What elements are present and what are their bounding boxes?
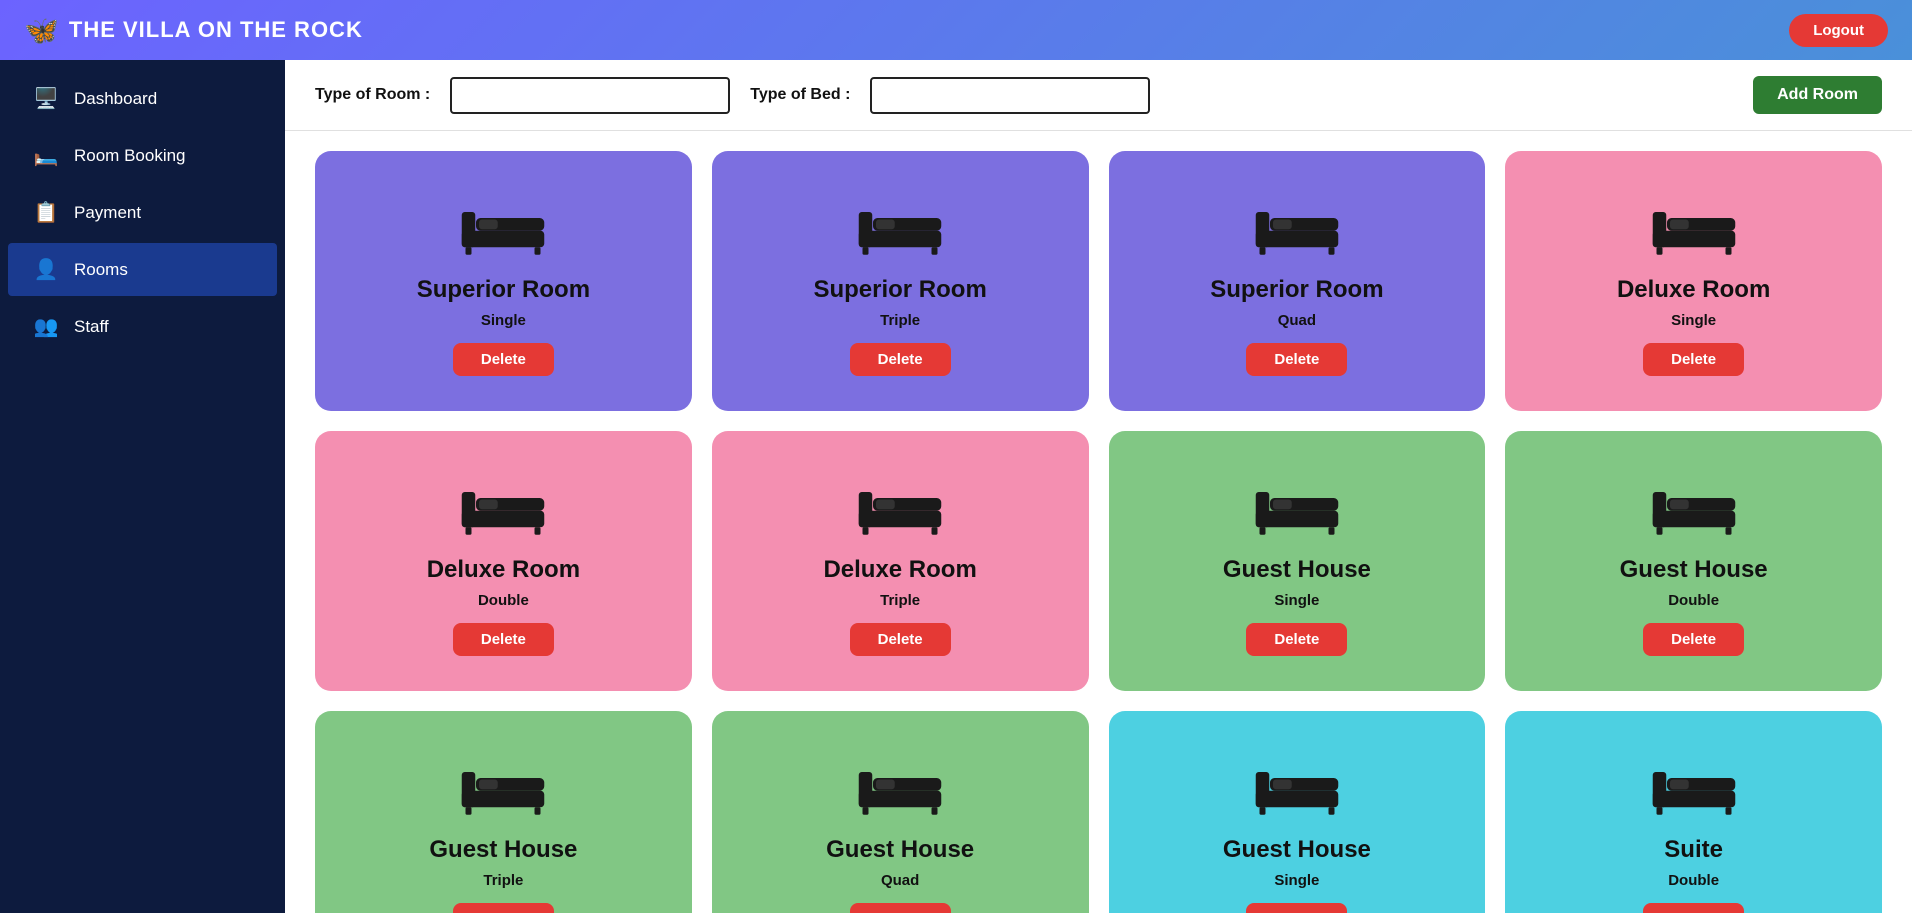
room-bed-type: Single: [1274, 872, 1319, 889]
delete-button[interactable]: Delete: [850, 623, 951, 656]
room-card-4: Deluxe Room Single Delete: [1505, 151, 1882, 411]
brand: 🦋 THE VILLA ON THE ROCK: [24, 14, 363, 47]
main-layout: 🖥️ Dashboard 🛏️ Room Booking 📋 Payment 👤…: [0, 60, 1912, 913]
room-card-5: Deluxe Room Double Delete: [315, 431, 692, 691]
room-card-8: Guest House Double Delete: [1505, 431, 1882, 691]
room-bed-type: Single: [1671, 312, 1716, 329]
room-bed-type: Triple: [880, 592, 920, 609]
room-name: Deluxe Room: [1617, 276, 1770, 304]
rooms-icon: 👤: [32, 257, 60, 282]
bed-icon: [1252, 192, 1342, 262]
filter-bar: Type of Room : Type of Bed : Add Room: [285, 60, 1912, 131]
room-name: Guest House: [1223, 836, 1371, 864]
room-name: Deluxe Room: [823, 556, 976, 584]
room-booking-icon: 🛏️: [32, 143, 60, 168]
room-name: Superior Room: [1210, 276, 1383, 304]
room-name: Superior Room: [417, 276, 590, 304]
bed-icon: [1649, 752, 1739, 822]
bed-icon: [1252, 472, 1342, 542]
app-title: THE VILLA ON THE ROCK: [69, 17, 363, 43]
delete-button[interactable]: Delete: [850, 903, 951, 913]
room-card-11: Guest House Single Delete: [1109, 711, 1486, 913]
delete-button[interactable]: Delete: [1246, 343, 1347, 376]
sidebar-label-dashboard: Dashboard: [74, 89, 157, 109]
room-card-9: Guest House Triple Delete: [315, 711, 692, 913]
sidebar-label-room-booking: Room Booking: [74, 146, 186, 166]
rooms-grid-container: Superior Room Single Delete Superior Roo…: [285, 131, 1912, 913]
sidebar-label-staff: Staff: [74, 317, 109, 337]
sidebar-item-rooms[interactable]: 👤 Rooms: [8, 243, 277, 296]
delete-button[interactable]: Delete: [1246, 903, 1347, 913]
bed-icon: [458, 192, 548, 262]
room-card-12: Suite Double Delete: [1505, 711, 1882, 913]
room-name: Deluxe Room: [427, 556, 580, 584]
delete-button[interactable]: Delete: [1643, 623, 1744, 656]
bed-icon: [855, 752, 945, 822]
staff-icon: 👥: [32, 314, 60, 339]
payment-icon: 📋: [32, 200, 60, 225]
bed-icon: [1252, 752, 1342, 822]
delete-button[interactable]: Delete: [1246, 623, 1347, 656]
add-room-button[interactable]: Add Room: [1753, 76, 1882, 114]
room-bed-type: Quad: [1278, 312, 1316, 329]
room-name: Guest House: [826, 836, 974, 864]
delete-button[interactable]: Delete: [453, 623, 554, 656]
sidebar-label-payment: Payment: [74, 203, 141, 223]
sidebar-item-dashboard[interactable]: 🖥️ Dashboard: [8, 72, 277, 125]
logout-button[interactable]: Logout: [1789, 14, 1888, 47]
room-bed-type: Double: [1668, 592, 1719, 609]
room-name: Guest House: [1223, 556, 1371, 584]
room-name: Guest House: [429, 836, 577, 864]
room-card-7: Guest House Single Delete: [1109, 431, 1486, 691]
room-card-1: Superior Room Single Delete: [315, 151, 692, 411]
room-bed-type: Triple: [880, 312, 920, 329]
sidebar-item-room-booking[interactable]: 🛏️ Room Booking: [8, 129, 277, 182]
bed-icon: [1649, 192, 1739, 262]
logo-icon: 🦋: [24, 14, 59, 47]
delete-button[interactable]: Delete: [453, 343, 554, 376]
room-card-6: Deluxe Room Triple Delete: [712, 431, 1089, 691]
sidebar-item-staff[interactable]: 👥 Staff: [8, 300, 277, 353]
room-card-2: Superior Room Triple Delete: [712, 151, 1089, 411]
room-name: Guest House: [1620, 556, 1768, 584]
sidebar: 🖥️ Dashboard 🛏️ Room Booking 📋 Payment 👤…: [0, 60, 285, 913]
delete-button[interactable]: Delete: [850, 343, 951, 376]
room-type-label: Type of Room :: [315, 86, 430, 104]
bed-icon: [1649, 472, 1739, 542]
bed-icon: [855, 192, 945, 262]
delete-button[interactable]: Delete: [453, 903, 554, 913]
content-area: Type of Room : Type of Bed : Add Room Su…: [285, 60, 1912, 913]
room-bed-type: Double: [478, 592, 529, 609]
room-name: Suite: [1664, 836, 1723, 864]
bed-type-label: Type of Bed :: [750, 86, 850, 104]
header: 🦋 THE VILLA ON THE ROCK Logout: [0, 0, 1912, 60]
room-bed-type: Triple: [483, 872, 523, 889]
dashboard-icon: 🖥️: [32, 86, 60, 111]
room-type-input[interactable]: [450, 77, 730, 114]
bed-icon: [458, 472, 548, 542]
bed-icon: [458, 752, 548, 822]
delete-button[interactable]: Delete: [1643, 343, 1744, 376]
room-bed-type: Single: [1274, 592, 1319, 609]
sidebar-label-rooms: Rooms: [74, 260, 128, 280]
delete-button[interactable]: Delete: [1643, 903, 1744, 913]
sidebar-item-payment[interactable]: 📋 Payment: [8, 186, 277, 239]
room-bed-type: Double: [1668, 872, 1719, 889]
rooms-grid: Superior Room Single Delete Superior Roo…: [315, 151, 1882, 913]
bed-icon: [855, 472, 945, 542]
bed-type-input[interactable]: [870, 77, 1150, 114]
room-bed-type: Single: [481, 312, 526, 329]
room-card-10: Guest House Quad Delete: [712, 711, 1089, 913]
room-card-3: Superior Room Quad Delete: [1109, 151, 1486, 411]
room-bed-type: Quad: [881, 872, 919, 889]
room-name: Superior Room: [813, 276, 986, 304]
